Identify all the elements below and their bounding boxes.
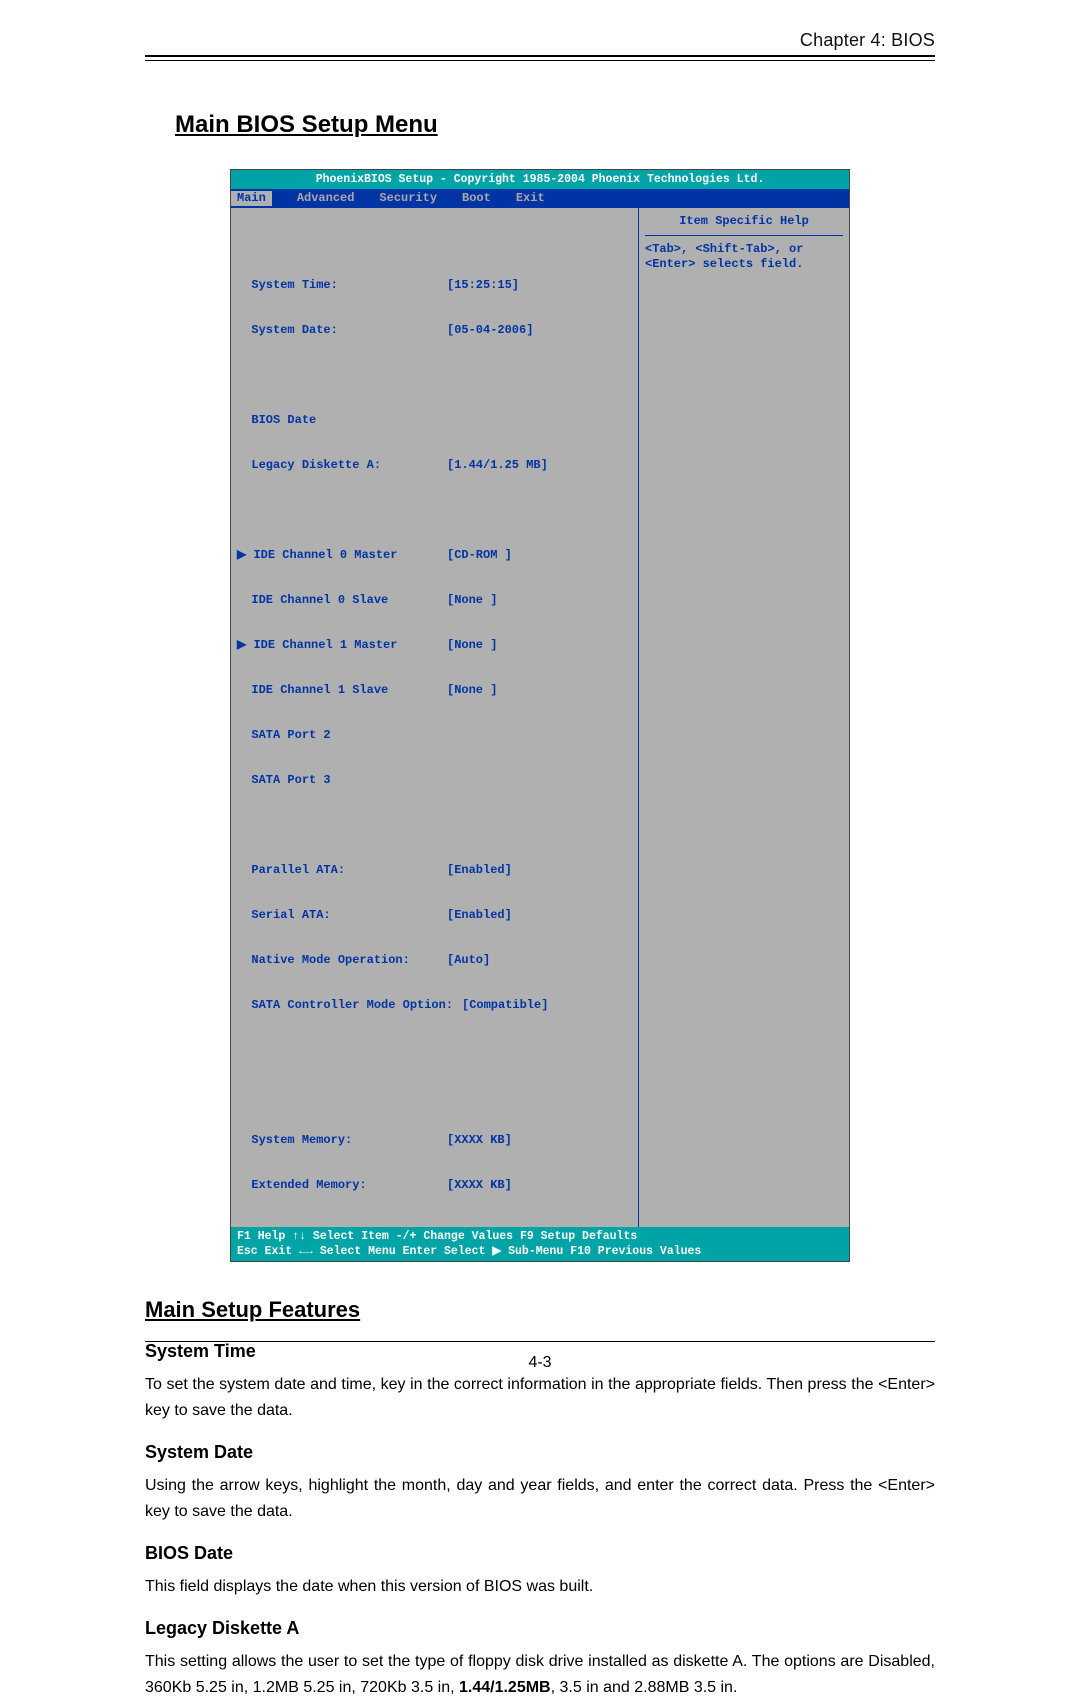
field-bios-date: BIOS Date [237,413,632,428]
sata2-label: SATA Port 2 [251,728,330,742]
bios-menu-bar: Main Advanced Security Boot Exit [231,189,849,208]
extmem-label: Extended Memory: [251,1178,366,1192]
field-parallel-ata[interactable]: Parallel ATA: [Enabled] [237,863,632,878]
paragraph: To set the system date and time, key in … [145,1372,935,1424]
field-system-time[interactable]: System Time: [15:25:15] [237,278,632,293]
native-value: [Auto] [447,953,490,968]
page-number: 4-3 [0,1354,1080,1372]
sctrl-label: SATA Controller Mode Option: [251,998,453,1012]
field-system-date[interactable]: System Date: [05-04-2006] [237,323,632,338]
page-title: Main BIOS Setup Menu [175,111,935,139]
bios-cmd-row: Esc Exit ←→ Select Menu Enter Select ▶ S… [237,1244,843,1259]
subhead-bios-date: BIOS Date [145,1543,935,1564]
extmem-value: [XXXX KB] [447,1178,512,1193]
pata-label: Parallel ATA: [251,863,345,877]
field-ide0-master[interactable]: ▶ IDE Channel 0 Master [CD-ROM ] [237,548,632,563]
sctrl-value: [Compatible] [462,998,548,1013]
field-legacy-a[interactable]: Legacy Diskette A: [1.44/1.25 MB] [237,458,632,473]
triangle-right-icon: ▶ [237,638,246,652]
ide0s-label: IDE Channel 0 Slave [251,593,388,607]
field-sata3[interactable]: SATA Port 3 [237,773,632,788]
bios-banner: PhoenixBIOS Setup - Copyright 1985-2004 … [231,170,849,189]
bios-tab-security[interactable]: Security [379,191,437,206]
ide1m-label: IDE Channel 1 Master [253,638,397,652]
bios-help-title: Item Specific Help [645,212,843,236]
system-time-label: System Time: [251,278,337,292]
field-ide0-slave[interactable]: IDE Channel 0 Slave [None ] [237,593,632,608]
footer-rule [145,1341,935,1342]
ide1s-value: [None ] [447,683,497,698]
chapter-header: Chapter 4: BIOS [145,30,935,51]
bios-tab-advanced[interactable]: Advanced [297,191,355,206]
sata-value: [Enabled] [447,908,512,923]
triangle-right-icon: ▶ [237,548,246,562]
bios-date-label: BIOS Date [251,413,316,427]
subhead-system-date: System Date [145,1442,935,1463]
paragraph: This field displays the date when this v… [145,1574,935,1600]
document-page: Chapter 4: BIOS Main BIOS Setup Menu Pho… [0,0,1080,1397]
native-label: Native Mode Operation: [251,953,409,967]
bios-help-panel: Item Specific Help <Tab>, <Shift-Tab>, o… [639,208,849,1227]
bios-command-bar: F1 Help ↑↓ Select Item -/+ Change Values… [231,1227,849,1261]
subhead-legacy-a: Legacy Diskette A [145,1618,935,1639]
sata3-label: SATA Port 3 [251,773,330,787]
bios-left-panel: System Time: [15:25:15] System Date: [05… [231,208,639,1227]
paragraph: This setting allows the user to set the … [145,1649,935,1701]
field-system-memory: System Memory: [XXXX KB] [237,1133,632,1148]
field-sata2[interactable]: SATA Port 2 [237,728,632,743]
ide0m-label: IDE Channel 0 Master [253,548,397,562]
bios-tab-main[interactable]: Main [231,191,272,206]
legacy-a-value: [1.44/1.25 MB] [447,458,548,473]
field-native-mode[interactable]: Native Mode Operation: [Auto] [237,953,632,968]
legacy-a-label: Legacy Diskette A: [251,458,381,472]
bios-screenshot: PhoenixBIOS Setup - Copyright 1985-2004 … [230,169,850,1262]
system-time-value: [15:25:15] [447,278,519,293]
bios-cmd-row: F1 Help ↑↓ Select Item -/+ Change Values… [237,1229,843,1244]
system-date-label: System Date: [251,323,337,337]
bios-help-line: <Enter> selects field. [645,257,843,272]
system-date-value: [05-04-2006] [447,323,533,338]
field-serial-ata[interactable]: Serial ATA: [Enabled] [237,908,632,923]
ide1m-value: [None ] [447,638,497,653]
field-ide1-slave[interactable]: IDE Channel 1 Slave [None ] [237,683,632,698]
pata-value: [Enabled] [447,863,512,878]
sysmem-value: [XXXX KB] [447,1133,512,1148]
bios-tab-boot[interactable]: Boot [462,191,491,206]
sata-label: Serial ATA: [251,908,330,922]
paragraph-bold: 1.44/1.25MB [459,1679,551,1696]
field-ide1-master[interactable]: ▶ IDE Channel 1 Master [None ] [237,638,632,653]
section-title: Main Setup Features [145,1297,935,1323]
header-rule [145,55,935,61]
paragraph: Using the arrow keys, highlight the mont… [145,1473,935,1525]
ide0s-value: [None ] [447,593,497,608]
ide1s-label: IDE Channel 1 Slave [251,683,388,697]
bios-help-line: <Tab>, <Shift-Tab>, or [645,242,843,257]
field-extended-memory: Extended Memory: [XXXX KB] [237,1178,632,1193]
field-sata-controller-mode[interactable]: SATA Controller Mode Option: [Compatible… [237,998,632,1013]
sysmem-label: System Memory: [251,1133,352,1147]
bios-tab-exit[interactable]: Exit [516,191,545,206]
paragraph-text: , 3.5 in and 2.88MB 3.5 in. [551,1679,738,1696]
ide0m-value: [CD-ROM ] [447,548,512,563]
